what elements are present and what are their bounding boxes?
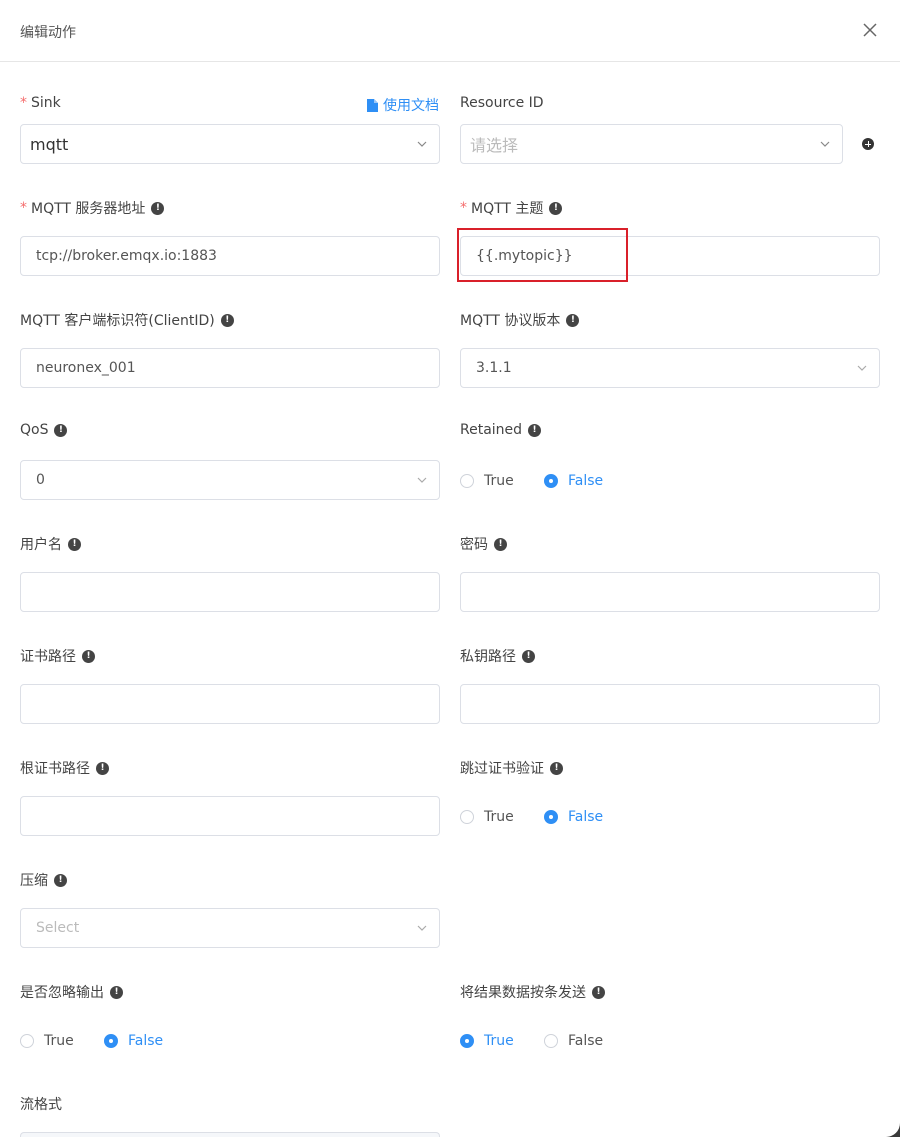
chevron-down-icon (820, 141, 830, 147)
topic-label: * MQTT 主题 ! (460, 198, 563, 218)
radio-circle (460, 1034, 474, 1048)
protocol-select[interactable]: 3.1.1 (460, 348, 880, 388)
radio-circle (460, 810, 474, 824)
help-icon[interactable]: ! (54, 423, 68, 437)
send-single-true-radio[interactable]: True (460, 1033, 514, 1049)
help-icon[interactable]: ! (54, 873, 67, 887)
retained-false-radio[interactable]: False (544, 473, 603, 489)
help-icon[interactable]: ! (494, 537, 507, 551)
chevron-down-icon (417, 925, 427, 931)
qos-label: QoS ! (20, 422, 68, 438)
send-single-false-radio[interactable]: False (544, 1033, 603, 1049)
qos-select[interactable]: 0 (20, 460, 440, 500)
skip-verify-false-radio[interactable]: False (544, 809, 603, 825)
doc-link[interactable]: 使用文档 (367, 95, 439, 115)
chevron-down-icon (857, 365, 867, 371)
stream-format-label: 流格式 (20, 1097, 62, 1113)
username-input[interactable] (20, 572, 440, 612)
username-label: 用户名 ! (20, 534, 81, 554)
help-icon[interactable]: ! (550, 761, 563, 775)
radio-circle (544, 474, 558, 488)
key-path-label: 私钥路径 ! (460, 646, 535, 666)
help-icon[interactable]: ! (151, 201, 165, 215)
password-label: 密码 ! (460, 534, 507, 554)
help-icon[interactable]: ! (528, 423, 542, 437)
root-cert-label: 根证书路径 ! (20, 758, 109, 778)
required-marker: * (460, 200, 467, 216)
radio-circle (20, 1034, 34, 1048)
required-marker: * (20, 95, 27, 111)
cert-path-input[interactable] (20, 684, 440, 724)
close-icon[interactable] (860, 20, 880, 40)
document-icon (367, 98, 378, 112)
help-icon[interactable]: ! (566, 313, 580, 327)
chevron-down-icon (417, 477, 427, 483)
help-icon[interactable]: ! (592, 985, 605, 999)
retained-true-radio[interactable]: True (460, 473, 514, 489)
server-input[interactable]: tcp://broker.emqx.io:1883 (20, 236, 440, 276)
topic-input[interactable]: {{.mytopic}} (460, 236, 880, 276)
retained-label: Retained ! (460, 422, 542, 438)
dialog-title: 编辑动作 (20, 25, 76, 41)
sink-label: * Sink (20, 95, 61, 111)
stream-format-select[interactable] (20, 1132, 440, 1137)
skip-verify-label: 跳过证书验证 ! (460, 758, 563, 778)
help-icon[interactable]: ! (96, 761, 109, 775)
radio-circle (460, 474, 474, 488)
radio-circle (544, 810, 558, 824)
help-icon[interactable]: ! (549, 201, 563, 215)
omit-output-label: 是否忽略输出 ! (20, 982, 123, 1002)
omit-output-true-radio[interactable]: True (20, 1033, 74, 1049)
radio-circle (104, 1034, 118, 1048)
dialog-header: 编辑动作 (0, 0, 900, 62)
send-single-label: 将结果数据按条发送 ! (460, 982, 605, 1002)
omit-output-false-radio[interactable]: False (104, 1033, 163, 1049)
password-input[interactable] (460, 572, 880, 612)
help-icon[interactable]: ! (522, 649, 535, 663)
key-path-input[interactable] (460, 684, 880, 724)
help-icon[interactable]: ! (220, 313, 234, 327)
help-icon[interactable]: ! (68, 537, 81, 551)
sink-select[interactable]: mqtt (20, 124, 440, 164)
compression-select[interactable]: Select (20, 908, 440, 948)
skip-verify-true-radio[interactable]: True (460, 809, 514, 825)
resource-id-label: Resource ID (460, 95, 544, 111)
radio-circle (544, 1034, 558, 1048)
help-icon[interactable]: ! (110, 985, 123, 999)
root-cert-input[interactable] (20, 796, 440, 836)
edit-action-dialog: 编辑动作 * Sink 使用文档 mqtt Resource ID 请选择 * … (0, 0, 900, 1137)
protocol-label: MQTT 协议版本 ! (460, 310, 580, 330)
compression-label: 压缩 ! (20, 870, 67, 890)
chevron-down-icon (417, 141, 427, 147)
cert-path-label: 证书路径 ! (20, 646, 95, 666)
help-icon[interactable]: ! (82, 649, 95, 663)
required-marker: * (20, 200, 27, 216)
client-id-label: MQTT 客户端标识符(ClientID) ! (20, 310, 234, 330)
resource-id-select[interactable]: 请选择 (460, 124, 843, 164)
add-resource-icon[interactable] (862, 138, 874, 150)
client-id-input[interactable]: neuronex_001 (20, 348, 440, 388)
server-label: * MQTT 服务器地址 ! (20, 198, 165, 218)
